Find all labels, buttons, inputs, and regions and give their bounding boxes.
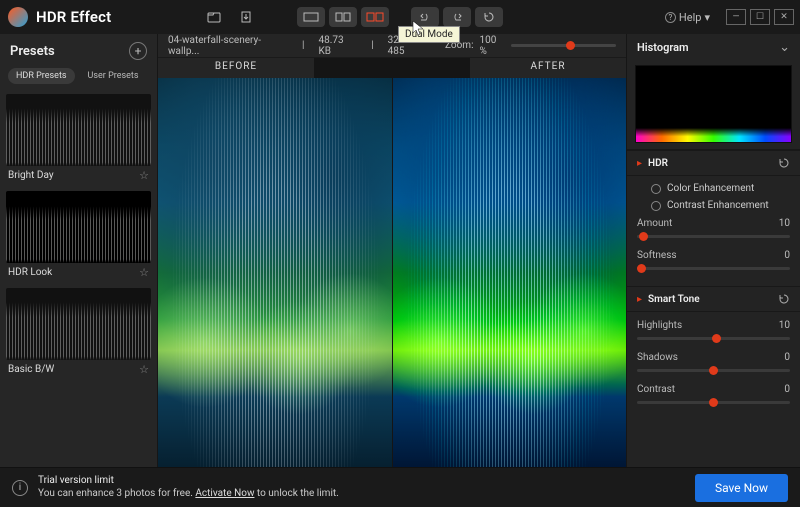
favorite-icon[interactable]: ☆ (139, 363, 149, 376)
highlights-label: Highlights (637, 320, 682, 331)
help-menu[interactable]: ? Help ▾ (665, 11, 710, 24)
shadows-label: Shadows (637, 352, 678, 363)
help-icon: ? (665, 12, 676, 23)
contrast-slider[interactable] (637, 401, 790, 404)
save-file-button[interactable] (232, 7, 260, 27)
shadows-value: 0 (784, 352, 790, 363)
chevron-down-icon: ⌄ (779, 40, 790, 55)
favorite-icon[interactable]: ☆ (139, 169, 149, 182)
preset-label: HDR Look (8, 267, 52, 278)
activate-link[interactable]: Activate Now (195, 488, 254, 499)
expand-icon: ▸ (637, 158, 642, 169)
radio-contrast-enhancement[interactable]: Contrast Enhancement (637, 197, 790, 214)
reset-smarttone-button[interactable] (778, 293, 790, 305)
presets-title: Presets (10, 44, 55, 59)
window-close-button[interactable]: ✕ (774, 9, 794, 25)
hdr-section-header[interactable]: ▸ HDR (627, 150, 800, 176)
before-label: BEFORE (158, 58, 314, 78)
app-title: HDR Effect (36, 8, 111, 26)
shadows-slider[interactable] (637, 369, 790, 372)
view-dual-button[interactable] (361, 7, 389, 27)
amount-label: Amount (637, 218, 672, 229)
contrast-value: 0 (784, 384, 790, 395)
add-preset-button[interactable]: + (129, 42, 147, 60)
file-size: 48.73 KB (318, 35, 357, 57)
highlights-slider[interactable] (637, 337, 790, 340)
tab-hdr-presets[interactable]: HDR Presets (8, 68, 75, 84)
softness-label: Softness (637, 250, 677, 261)
amount-slider[interactable] (637, 235, 790, 238)
zoom-slider[interactable] (511, 44, 616, 47)
softness-slider[interactable] (637, 267, 790, 270)
preset-thumbnail (6, 191, 151, 263)
footer-bar: i Trial version limit You can enhance 3 … (0, 467, 800, 507)
preset-label: Bright Day (8, 170, 54, 181)
reset-hdr-button[interactable] (778, 157, 790, 169)
preset-label: Basic B/W (8, 364, 54, 375)
radio-color-enhancement[interactable]: Color Enhancement (637, 180, 790, 197)
before-pane[interactable] (158, 78, 392, 467)
highlights-value: 10 (779, 320, 790, 331)
preset-thumbnail (6, 94, 151, 166)
reset-button[interactable] (475, 7, 503, 27)
preset-item[interactable]: Bright Day ☆ (6, 94, 151, 187)
preset-item[interactable]: HDR Look ☆ (6, 191, 151, 284)
title-bar: HDR Effect (0, 0, 800, 34)
view-single-button[interactable] (297, 7, 325, 27)
favorite-icon[interactable]: ☆ (139, 266, 149, 279)
histogram-header[interactable]: Histogram ⌄ (627, 34, 800, 61)
adjustments-panel: Histogram ⌄ ▸ HDR Color Enhancement Cont… (626, 34, 800, 467)
histogram-display (635, 65, 792, 143)
tab-user-presets[interactable]: User Presets (80, 68, 147, 84)
main-area: 04-waterfall-scenery-wallp... | 48.73 KB… (158, 34, 626, 467)
contrast-label: Contrast (637, 384, 675, 395)
save-now-button[interactable]: Save Now (695, 474, 788, 502)
preset-thumbnail (6, 288, 151, 360)
expand-icon: ▸ (637, 294, 642, 305)
amount-value: 10 (779, 218, 790, 229)
redo-button[interactable] (443, 7, 471, 27)
app-logo (8, 7, 28, 27)
undo-button[interactable] (411, 7, 439, 27)
presets-sidebar: Presets + HDR Presets User Presets Brigh… (0, 34, 158, 467)
trial-text-a: You can enhance 3 photos for free. (38, 488, 195, 499)
trial-title: Trial version limit (38, 475, 339, 488)
tooltip-dual-mode: Dual Mode (398, 26, 460, 43)
trial-text-b: to unlock the limit. (254, 488, 338, 499)
file-name: 04-waterfall-scenery-wallp... (168, 35, 288, 57)
after-label: AFTER (470, 58, 626, 78)
open-file-button[interactable] (200, 7, 228, 27)
zoom-value: 100 % (480, 35, 505, 57)
smarttone-section-header[interactable]: ▸ Smart Tone (627, 286, 800, 312)
window-maximize-button[interactable]: ☐ (750, 9, 770, 25)
window-minimize-button[interactable]: — (726, 9, 746, 25)
chevron-down-icon: ▾ (704, 11, 710, 24)
view-split-button[interactable] (329, 7, 357, 27)
preset-item[interactable]: Basic B/W ☆ (6, 288, 151, 381)
after-pane[interactable] (393, 78, 627, 467)
info-icon: i (12, 480, 28, 496)
softness-value: 0 (784, 250, 790, 261)
